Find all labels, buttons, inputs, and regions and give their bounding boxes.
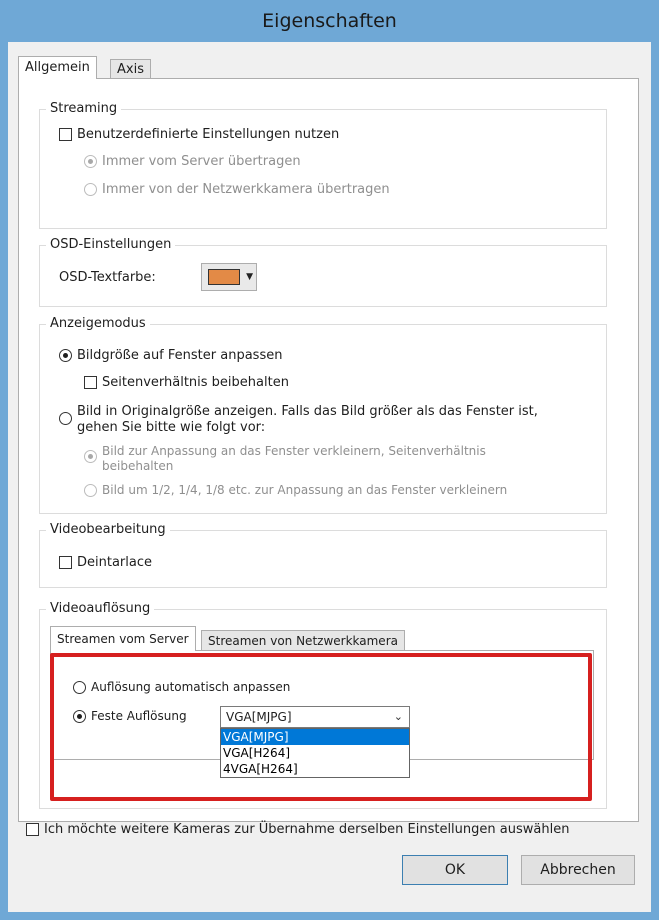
custom-settings-label: Benutzerdefinierte Einstellungen nutzen [77, 127, 340, 142]
radio-shrink-keep-aspect-row: Bild zur Anpassung an das Fenster verkle… [84, 444, 486, 474]
keep-aspect-label: Seitenverhältnis beibehalten [102, 375, 289, 390]
highlight-annotation-box [50, 653, 592, 801]
radio-shrink-keep-aspect [84, 450, 97, 463]
group-osd: OSD-Einstellungen OSD-Textfarbe: ▼ [39, 237, 607, 307]
group-display-mode-legend: Anzeigemodus [46, 316, 150, 331]
custom-settings-checkbox[interactable] [59, 128, 72, 141]
radio-original-size-label-line1: Bild in Originalgröße anzeigen. Falls da… [77, 404, 538, 419]
group-display-mode: Anzeigemodus Bildgröße auf Fenster anpas… [39, 316, 607, 514]
group-streaming-legend: Streaming [46, 101, 122, 116]
radio-fit-window[interactable] [59, 349, 72, 362]
apply-other-cameras-checkbox[interactable] [26, 823, 39, 836]
deinterlace-checkbox-row[interactable]: Deintarlace [59, 555, 152, 570]
osd-text-color-row: OSD-Textfarbe: [59, 270, 156, 285]
radio-shrink-fraction-row: Bild um 1/2, 1/4, 1/8 etc. zur Anpassung… [84, 483, 507, 497]
keep-aspect-checkbox-row[interactable]: Seitenverhältnis beibehalten [84, 375, 289, 390]
subtab-streaming-camera[interactable]: Streamen von Netzwerkkamera [201, 630, 405, 651]
osd-color-swatch [208, 269, 240, 285]
group-osd-legend: OSD-Einstellungen [46, 237, 176, 252]
radio-camera [84, 183, 97, 196]
ok-button[interactable]: OK [402, 855, 508, 885]
dropdown-arrow-icon: ▼ [246, 272, 253, 282]
osd-color-picker-button[interactable]: ▼ [201, 263, 257, 291]
deinterlace-label: Deintarlace [77, 555, 152, 570]
radio-original-size-row[interactable]: Bild in Originalgröße anzeigen. Falls da… [59, 404, 538, 436]
radio-fit-window-row[interactable]: Bildgröße auf Fenster anpassen [59, 348, 282, 363]
group-video-processing: Videobearbeitung Deintarlace [39, 522, 607, 588]
deinterlace-checkbox[interactable] [59, 556, 72, 569]
radio-shrink-keep-aspect-label-line2: beibehalten [102, 459, 174, 473]
custom-settings-checkbox-row[interactable]: Benutzerdefinierte Einstellungen nutzen [59, 127, 339, 142]
radio-shrink-fraction [84, 483, 97, 497]
radio-camera-label: Immer von der Netzwerkkamera übertragen [102, 182, 390, 197]
apply-other-cameras-row[interactable]: Ich möchte weitere Kameras zur Übernahme… [26, 822, 569, 837]
radio-fit-window-label: Bildgröße auf Fenster anpassen [77, 348, 283, 363]
tab-axis[interactable]: Axis [110, 59, 151, 78]
radio-original-size-label-line2: gehen Sie bitte wie folgt vor: [77, 420, 266, 435]
osd-text-color-label: OSD-Textfarbe: [59, 270, 156, 285]
radio-camera-row: Immer von der Netzwerkkamera übertragen [84, 182, 390, 197]
window-title: Eigenschaften [262, 10, 397, 32]
radio-server [84, 155, 97, 168]
group-video-processing-legend: Videobearbeitung [46, 522, 170, 537]
radio-shrink-fraction-label: Bild um 1/2, 1/4, 1/8 etc. zur Anpassung… [102, 483, 508, 497]
apply-other-cameras-label: Ich möchte weitere Kameras zur Übernahme… [44, 822, 570, 837]
group-streaming: Streaming Benutzerdefinierte Einstellung… [39, 101, 607, 229]
tab-allgemein[interactable]: Allgemein [18, 56, 97, 79]
radio-shrink-keep-aspect-label-line1: Bild zur Anpassung an das Fenster verkle… [102, 444, 486, 458]
group-video-resolution-legend: Videoauflösung [46, 601, 155, 616]
radio-server-row: Immer vom Server übertragen [84, 154, 301, 169]
subtab-streaming-server[interactable]: Streamen vom Server [50, 626, 196, 651]
keep-aspect-checkbox[interactable] [84, 376, 97, 389]
radio-server-label: Immer vom Server übertragen [102, 154, 301, 169]
radio-original-size[interactable] [59, 412, 72, 425]
cancel-button[interactable]: Abbrechen [521, 855, 635, 885]
